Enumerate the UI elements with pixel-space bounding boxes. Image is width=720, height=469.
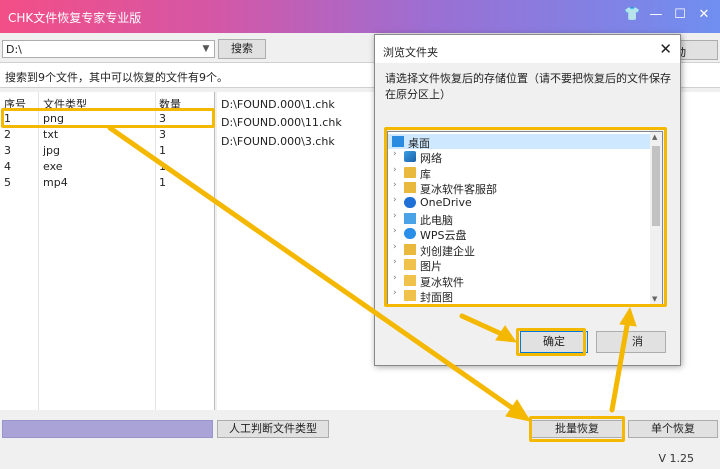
tree-item-label: 封面图 [420, 291, 453, 304]
tree-item-label: OneDrive [420, 196, 472, 209]
dialog-message: 请选择文件恢复后的存储位置（请不要把恢复后的文件保存在原分区上） [385, 72, 671, 101]
chevron-down-icon[interactable]: ▼ [199, 42, 213, 56]
column-divider [155, 92, 156, 410]
folder-tree[interactable]: 桌面 › 网络 › 库 › 夏冰软件客服部 › OneDrive › 此电脑 ›… [387, 131, 663, 305]
status-text: 搜索到9个文件，其中可以恢复的文件有9个。 [5, 71, 228, 84]
chevron-right-icon[interactable]: › [393, 211, 397, 221]
skin-shirt-icon[interactable]: 👕 [624, 6, 640, 24]
tree-item-company[interactable]: › 刘创建企业 [388, 242, 650, 258]
list-item[interactable]: D:\FOUND.000\11.chk [221, 116, 342, 129]
tree-item-desktop[interactable]: 桌面 [388, 134, 650, 150]
dialog-title: 浏览文件夹 [383, 46, 438, 59]
chevron-right-icon[interactable]: › [393, 195, 397, 205]
user-folder-icon [404, 244, 416, 255]
file-list: D:\FOUND.000\1.chk D:\FOUND.000\11.chk D… [217, 92, 377, 410]
browse-folder-dialog: 浏览文件夹 ✕ 请选择文件恢复后的存储位置（请不要把恢复后的文件保存在原分区上）… [374, 34, 681, 366]
user-folder-icon [404, 182, 416, 193]
tree-item-wps-cloud[interactable]: › WPS云盘 [388, 226, 650, 242]
single-recover-button[interactable]: 单个恢复 [628, 420, 718, 438]
tree-item-user[interactable]: › 夏冰软件客服部 [388, 180, 650, 196]
window-controls: 👕 — ☐ ✕ [624, 6, 712, 24]
computer-icon [404, 213, 416, 224]
cancel-button[interactable]: 消 [596, 331, 666, 353]
table-row[interactable]: 4 exe 1 [0, 160, 215, 175]
scrollbar-thumb[interactable] [652, 146, 660, 226]
ok-button[interactable]: 确定 [520, 331, 588, 353]
table-row[interactable]: 5 mp4 1 [0, 176, 215, 191]
version-label: V 1.25 [658, 452, 694, 465]
row-type: jpg [43, 144, 61, 157]
tree-item-network[interactable]: › 网络 [388, 149, 650, 165]
tree-item-cover[interactable]: › 封面图 [388, 288, 650, 304]
list-item[interactable]: D:\FOUND.000\3.chk [221, 135, 335, 148]
onedrive-icon [404, 197, 416, 208]
row-type: txt [43, 128, 59, 141]
chevron-right-icon[interactable]: › [393, 242, 397, 252]
desktop-icon [392, 136, 404, 147]
tree-item-label: 网络 [420, 152, 442, 165]
table-row[interactable]: 1 png 3 [0, 112, 215, 127]
row-count: 3 [159, 112, 166, 125]
row-count: 3 [159, 128, 166, 141]
header-index[interactable]: 序号 [4, 96, 26, 112]
table-row[interactable]: 2 txt 3 [0, 128, 215, 143]
scroll-down-icon[interactable]: ▼ [652, 295, 657, 303]
network-icon [404, 151, 416, 162]
table-row[interactable]: 3 jpg 1 [0, 144, 215, 159]
drive-select[interactable]: D:\ ▼ [2, 40, 215, 58]
tree-item-library[interactable]: › 库 [388, 165, 650, 181]
tree-scrollbar[interactable]: ▲ ▼ [650, 132, 662, 304]
row-index: 5 [4, 176, 11, 189]
chevron-right-icon[interactable]: › [393, 257, 397, 267]
row-index: 3 [4, 144, 11, 157]
tree-item-xiabing[interactable]: › 夏冰软件 [388, 273, 650, 289]
scroll-up-icon[interactable]: ▲ [652, 133, 657, 141]
row-type: png [43, 112, 64, 125]
folder-icon [404, 275, 416, 286]
wps-cloud-icon [404, 228, 416, 239]
progress-bar [2, 420, 213, 438]
row-type: mp4 [43, 176, 68, 189]
title-bar: CHK文件恢复专家专业版 👕 — ☐ ✕ [0, 0, 720, 33]
column-divider [38, 92, 39, 410]
header-count[interactable]: 数量 [159, 96, 181, 112]
batch-recover-button[interactable]: 批量恢复 [531, 420, 623, 438]
tree-item-this-pc[interactable]: › 此电脑 [388, 211, 650, 227]
search-button[interactable]: 搜索 [218, 39, 266, 59]
list-item[interactable]: D:\FOUND.000\1.chk [221, 98, 335, 111]
maximize-icon[interactable]: ☐ [672, 6, 688, 24]
close-icon[interactable]: ✕ [659, 40, 672, 58]
header-type[interactable]: 文件类型 [43, 96, 87, 112]
drive-value: D:\ [6, 43, 22, 56]
row-count: 1 [159, 176, 166, 189]
file-type-table: 序号 文件类型 数量 1 png 3 2 txt 3 3 jpg 1 4 exe… [0, 92, 215, 410]
row-type: exe [43, 160, 63, 173]
row-count: 1 [159, 160, 166, 173]
minimize-icon[interactable]: — [648, 6, 664, 24]
row-index: 4 [4, 160, 11, 173]
table-header: 序号 文件类型 数量 [0, 96, 215, 111]
close-icon[interactable]: ✕ [696, 6, 712, 24]
tree-item-label: WPS云盘 [420, 229, 467, 242]
chevron-right-icon[interactable]: › [393, 226, 397, 236]
chevron-right-icon[interactable]: › [393, 180, 397, 190]
row-index: 1 [4, 112, 11, 125]
window-title: CHK文件恢复专家专业版 [8, 11, 142, 25]
chevron-right-icon[interactable]: › [393, 273, 397, 283]
tree-item-pictures[interactable]: › 图片 [388, 257, 650, 273]
tree-item-label: 图片 [420, 260, 442, 273]
row-index: 2 [4, 128, 11, 141]
chevron-right-icon[interactable]: › [393, 165, 397, 175]
row-count: 1 [159, 144, 166, 157]
chevron-right-icon[interactable]: › [393, 149, 397, 159]
library-icon [404, 167, 416, 178]
folder-icon [404, 290, 416, 301]
manual-judge-type-button[interactable]: 人工判断文件类型 [217, 420, 329, 438]
tree-item-onedrive[interactable]: › OneDrive [388, 195, 650, 210]
chevron-right-icon[interactable]: › [393, 288, 397, 298]
folder-icon [404, 259, 416, 270]
